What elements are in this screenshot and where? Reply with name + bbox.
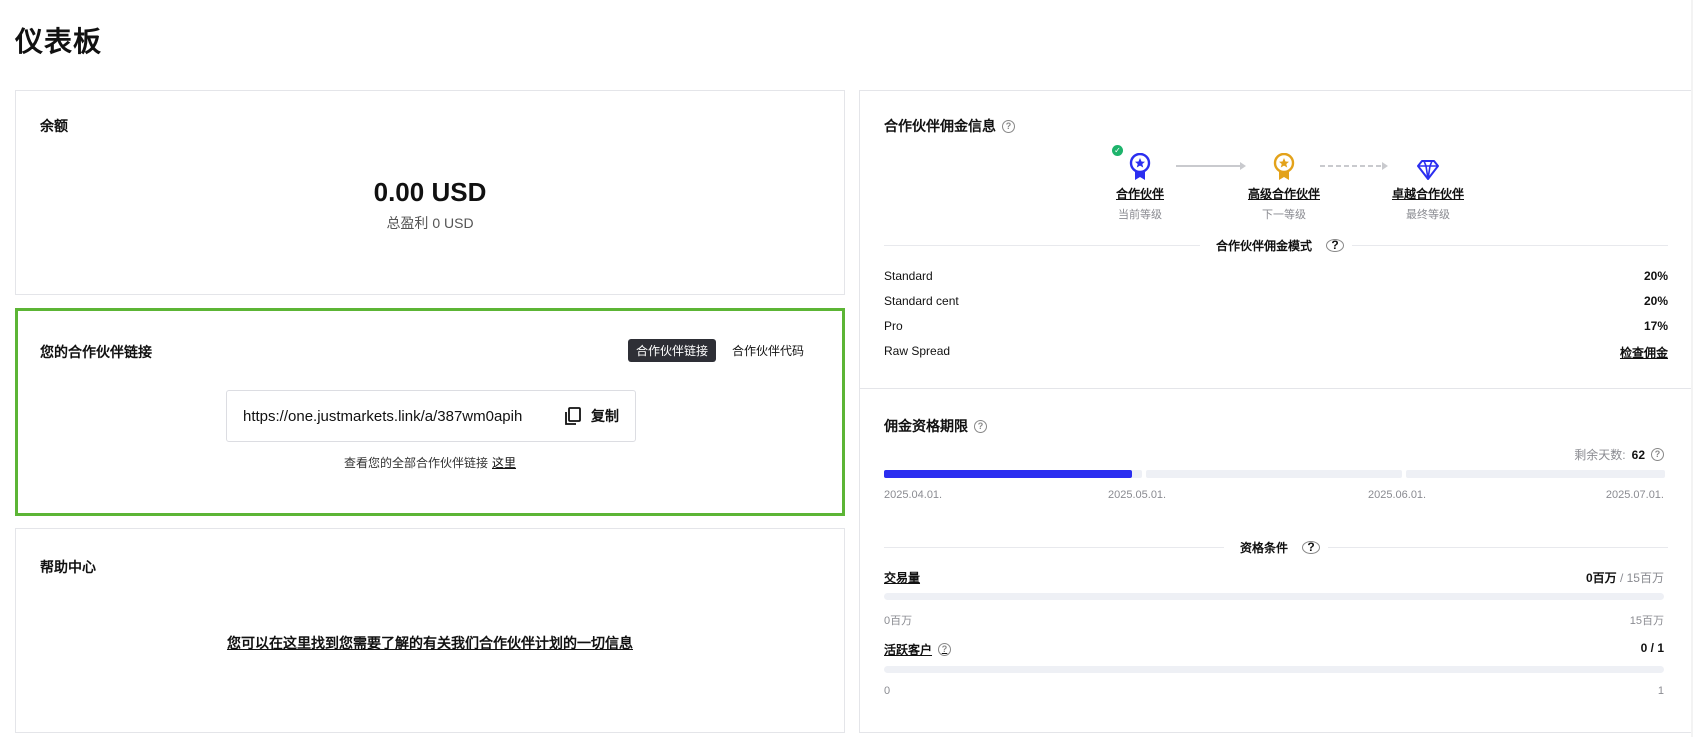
- partner-link-title: 您的合作伙伴链接: [40, 344, 152, 360]
- qualification-title-text: 佣金资格期限: [884, 418, 968, 434]
- volume-label[interactable]: 交易量: [884, 569, 920, 586]
- tab-partner-code[interactable]: 合作伙伴代码: [724, 339, 812, 362]
- clients-row: 活跃客户? 0 / 1: [884, 641, 1664, 658]
- help-center-title: 帮助中心: [40, 559, 96, 575]
- remaining-days: 剩余天数: 62 ?: [1574, 446, 1664, 463]
- conditions-divider: 资格条件?: [884, 539, 1668, 555]
- period-date: 2025.04.01.: [884, 489, 943, 501]
- balance-card: 余额 0.00 USD 总盈利 0 USD: [15, 90, 845, 295]
- rate-value: 20%: [1643, 294, 1668, 308]
- rate-account-type: Raw Spread: [884, 344, 951, 358]
- tier-partner[interactable]: ✓ 合作伙伴 当前等级: [1090, 145, 1190, 222]
- question-icon[interactable]: ?: [1002, 119, 1015, 133]
- period-segment-3: [1406, 470, 1665, 478]
- period-date: 2025.06.01.: [1368, 489, 1427, 501]
- active-clients-value: 0 / 1: [1640, 641, 1664, 655]
- volume-range: 0百万 15百万: [884, 612, 1664, 628]
- partner-link-field: https://one.justmarkets.link/a/387wm0api…: [226, 390, 636, 442]
- active-clients-label[interactable]: 活跃客户?: [884, 641, 952, 658]
- remaining-value: 62: [1631, 447, 1645, 462]
- conditions-label: 资格条件: [1240, 540, 1289, 555]
- copy-label: 复制: [591, 408, 619, 424]
- volume-target: / 15百万: [1619, 571, 1664, 585]
- section-divider: [860, 388, 1692, 389]
- volume-current: 0百万: [1585, 571, 1617, 585]
- active-clients-text: 活跃客户: [884, 643, 933, 657]
- tier-name: 卓越合作伙伴: [1391, 187, 1464, 201]
- gold-medal-icon: [1273, 153, 1295, 180]
- question-icon[interactable]: ?: [1651, 448, 1664, 461]
- commission-model-label: 合作伙伴佣金模式: [1216, 238, 1313, 253]
- tier-progression: ✓ 合作伙伴 当前等级 高级合作伙伴 下一等级 卓越合作伙伴 最终等级: [1090, 145, 1464, 229]
- question-icon[interactable]: ?: [974, 419, 987, 433]
- balance-amount: 0.00 USD: [373, 177, 487, 207]
- volume-max: 15百万: [1629, 615, 1664, 627]
- period-progress-fill: [884, 470, 1132, 478]
- link-type-toggle: 合作伙伴链接 合作伙伴代码: [627, 339, 812, 362]
- rate-account-type: Standard: [884, 269, 933, 283]
- all-links-hint-text: 查看您的全部合作伙伴链接: [343, 456, 488, 470]
- balance-title: 余额: [40, 118, 68, 134]
- volume-row: 交易量 0百万 / 15百万: [884, 569, 1664, 586]
- tier-name: 合作伙伴: [1115, 187, 1164, 201]
- all-links-hint: 查看您的全部合作伙伴链接 这里: [18, 454, 842, 471]
- tab-partner-link[interactable]: 合作伙伴链接: [627, 339, 716, 362]
- commission-title: 合作伙伴佣金信息 ?: [884, 116, 1015, 136]
- question-icon[interactable]: ?: [1326, 238, 1345, 252]
- check-commission-link[interactable]: 检查佣金: [1620, 344, 1668, 361]
- tier-status: 下一等级: [1262, 209, 1306, 221]
- help-center-link[interactable]: 您可以在这里找到您需要了解的有关我们合作伙伴计划的一切信息: [16, 633, 844, 653]
- help-center-card: 帮助中心 您可以在这里找到您需要了解的有关我们合作伙伴计划的一切信息: [15, 528, 845, 733]
- total-profit: 总盈利 0 USD: [386, 215, 474, 231]
- copy-button[interactable]: 复制: [563, 406, 619, 426]
- rate-row: Raw Spread 检查佣金: [884, 344, 1668, 361]
- period-segment-1: [884, 470, 1142, 478]
- page-title: 仪表板: [15, 26, 103, 57]
- question-icon[interactable]: ?: [1302, 540, 1321, 554]
- clients-range: 0 1: [884, 685, 1664, 697]
- tier-status: 当前等级: [1118, 209, 1162, 221]
- rate-value: 17%: [1643, 319, 1668, 333]
- check-icon: ✓: [1112, 145, 1123, 156]
- remaining-label: 剩余天数:: [1574, 448, 1626, 462]
- period-date: 2025.05.01.: [1108, 489, 1167, 501]
- period-segment-2: [1146, 470, 1402, 478]
- tier-name: 高级合作伙伴: [1247, 187, 1320, 201]
- rate-row: Pro 17%: [884, 319, 1668, 333]
- tier-status: 最终等级: [1406, 209, 1450, 221]
- rate-account-type: Standard cent: [884, 294, 959, 308]
- volume-progress-bar: [884, 593, 1664, 600]
- rate-value: 20%: [1643, 269, 1668, 283]
- clients-progress-bar: [884, 666, 1664, 673]
- copy-icon: [565, 407, 581, 425]
- volume-min: 0百万: [884, 615, 913, 627]
- rate-row: Standard 20%: [884, 269, 1668, 283]
- commission-card: 合作伙伴佣金信息 ? ✓ 合作伙伴 当前等级 高级合作伙伴 下一等级 卓越合作伙…: [859, 90, 1693, 733]
- question-icon[interactable]: ?: [938, 643, 952, 656]
- qualification-title: 佣金资格期限 ?: [884, 416, 987, 436]
- partner-link-url[interactable]: https://one.justmarkets.link/a/387wm0api…: [243, 408, 563, 425]
- period-date: 2025.07.01.: [1605, 489, 1664, 501]
- rate-row: Standard cent 20%: [884, 294, 1668, 308]
- ribbon-medal-icon: [1129, 153, 1151, 180]
- all-links-link[interactable]: 这里: [492, 456, 516, 470]
- tier-elite-partner[interactable]: 卓越合作伙伴 最终等级: [1378, 149, 1478, 222]
- clients-max: 1: [1657, 685, 1664, 697]
- diamond-icon: [1417, 160, 1439, 180]
- commission-model-divider: 合作伙伴佣金模式?: [884, 237, 1668, 253]
- partner-link-card: 您的合作伙伴链接 合作伙伴链接 合作伙伴代码 https://one.justm…: [15, 308, 845, 516]
- rate-account-type: Pro: [884, 319, 903, 333]
- tier-advanced-partner[interactable]: 高级合作伙伴 下一等级: [1234, 149, 1334, 222]
- volume-value: 0百万 / 15百万: [1586, 569, 1664, 586]
- clients-min: 0: [884, 685, 891, 697]
- commission-title-text: 合作伙伴佣金信息: [884, 118, 996, 134]
